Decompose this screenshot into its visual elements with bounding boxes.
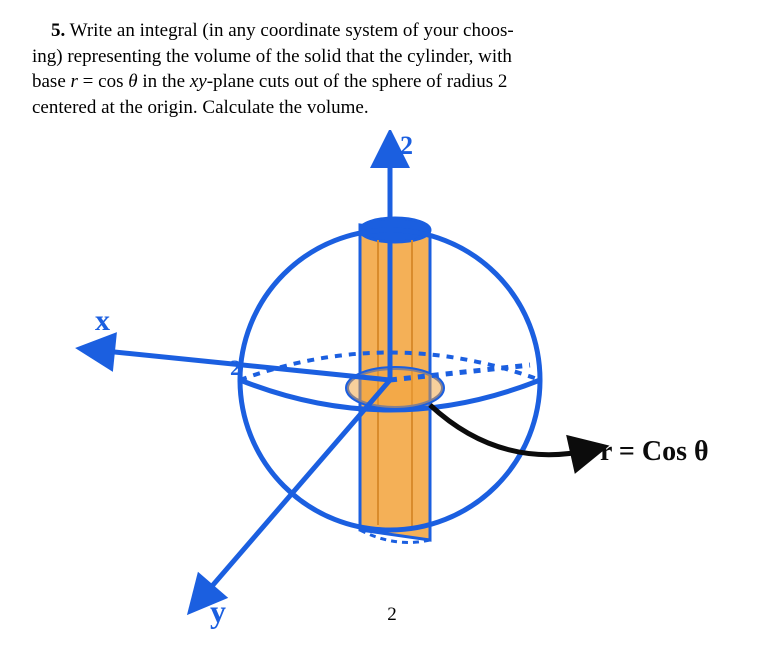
base-circle (347, 368, 443, 408)
annotation-arrow (430, 405, 590, 455)
problem-number: 5. (51, 20, 65, 41)
annotation-label: r = Cos θ (600, 436, 709, 467)
axes (95, 148, 530, 600)
text-part-1: Write an integral (in any coordinate sys… (70, 20, 514, 41)
problem-line-1: 5. Write an integral (in any coordinate … (32, 20, 514, 41)
problem-line-3: base r = cos θ in the xy-plane cuts out … (32, 71, 507, 92)
problem-line-2: ing) representing the volume of the soli… (32, 46, 512, 67)
diagram-figure: 2 2 x y r = Cos θ (0, 130, 784, 630)
x-tick-label: 2 (230, 355, 241, 380)
page-number: 2 (387, 602, 397, 628)
x-axis-label: x (95, 304, 110, 337)
problem-line-4: centered at the origin. Calculate the vo… (32, 97, 369, 118)
z-top-label: 2 (400, 131, 413, 160)
problem-text: 5. Write an integral (in any coordinate … (32, 18, 732, 121)
y-axis-label: y (210, 593, 226, 629)
